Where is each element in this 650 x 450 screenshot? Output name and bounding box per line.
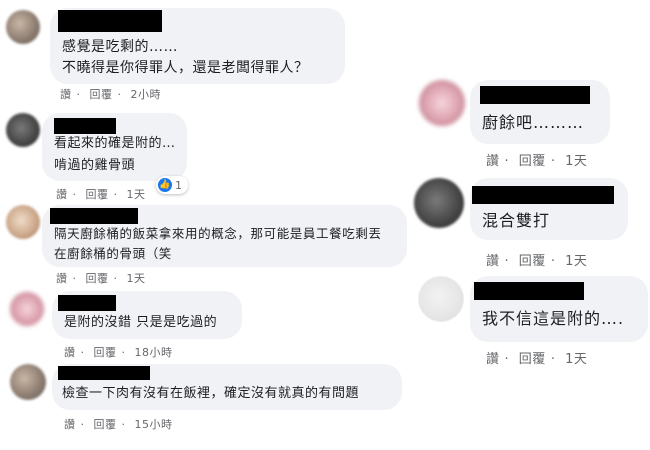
commenter-avatar[interactable]	[6, 205, 40, 239]
separator: ·	[117, 88, 122, 101]
redacted-commenter-name[interactable]	[58, 10, 162, 32]
comment-text-line: 混合雙打	[482, 211, 551, 230]
comment-text-line: 廚餘吧………	[482, 113, 585, 132]
reply-link[interactable]: 回覆	[86, 188, 109, 201]
separator: ·	[121, 346, 126, 359]
timestamp-link[interactable]: 1天	[565, 154, 587, 169]
comment-actions: 讚 · 回覆 · 18小時	[64, 344, 178, 360]
timestamp-link[interactable]: 1天	[565, 254, 587, 269]
thumbs-up-icon: 👍	[158, 178, 172, 192]
comment-text-line: 感覺是吃剩的……	[62, 39, 178, 55]
timestamp-link[interactable]: 15小時	[135, 418, 173, 431]
commenter-avatar[interactable]	[6, 10, 40, 44]
reply-link[interactable]: 回覆	[519, 254, 546, 269]
separator: ·	[550, 352, 556, 367]
redacted-commenter-name[interactable]	[58, 366, 150, 380]
separator: ·	[504, 352, 510, 367]
separator: ·	[504, 254, 510, 269]
separator: ·	[113, 272, 118, 285]
commenter-avatar[interactable]	[6, 113, 40, 147]
reply-link[interactable]: 回覆	[90, 88, 113, 101]
commenter-avatar[interactable]	[418, 276, 464, 322]
comment-text-line: 不曉得是你得罪人，還是老闆得罪人？	[62, 60, 309, 76]
separator: ·	[80, 346, 85, 359]
redacted-commenter-name[interactable]	[54, 118, 116, 134]
comment-text-line: 檢查一下肉有沒有在飯裡，確定沒有就真的有問題	[62, 386, 360, 401]
commenter-avatar[interactable]	[10, 364, 46, 400]
reaction-badge[interactable]: 👍 1	[156, 176, 188, 194]
comment-actions: 讚 · 回覆 · 1天	[486, 348, 592, 367]
comment-text-line: 在廚餘桶的骨頭（笑	[54, 246, 172, 261]
redacted-commenter-name[interactable]	[480, 86, 590, 104]
commenter-avatar[interactable]	[419, 80, 465, 126]
separator: ·	[80, 418, 85, 431]
like-link[interactable]: 讚	[486, 352, 500, 367]
reaction-count: 1	[175, 178, 182, 192]
comment-text-line: 是附的沒錯 只是是吃過的	[64, 315, 218, 330]
reply-link[interactable]: 回覆	[519, 154, 546, 169]
comment-actions: 讚 · 回覆 · 2小時	[60, 86, 166, 102]
comment-actions: 讚 · 回覆 · 1天	[486, 150, 592, 169]
reply-link[interactable]: 回覆	[94, 346, 117, 359]
timestamp-link[interactable]: 1天	[127, 188, 146, 201]
like-link[interactable]: 讚	[64, 418, 76, 431]
comment-text-line: 看起來的確是附的…	[54, 136, 176, 151]
separator: ·	[72, 188, 77, 201]
comment-text-line: 隔天廚餘桶的飯菜拿來用的概念，那可能是員工餐吃剩丟	[54, 226, 382, 241]
separator: ·	[113, 188, 118, 201]
redacted-commenter-name[interactable]	[474, 282, 584, 300]
comment-actions: 讚 · 回覆 · 15小時	[64, 416, 178, 432]
separator: ·	[550, 154, 556, 169]
timestamp-link[interactable]: 1天	[565, 352, 587, 367]
separator: ·	[121, 418, 126, 431]
like-link[interactable]: 讚	[486, 254, 500, 269]
like-link[interactable]: 讚	[56, 272, 68, 285]
separator: ·	[72, 272, 77, 285]
redacted-commenter-name[interactable]	[58, 295, 116, 311]
comment-actions: 讚 · 回覆 · 1天	[486, 250, 592, 269]
like-link[interactable]: 讚	[64, 346, 76, 359]
separator: ·	[76, 88, 81, 101]
timestamp-link[interactable]: 2小時	[131, 88, 162, 101]
timestamp-link[interactable]: 18小時	[135, 346, 173, 359]
like-link[interactable]: 讚	[60, 88, 72, 101]
separator: ·	[504, 154, 510, 169]
comment-actions: 讚 · 回覆 · 1天	[56, 186, 151, 202]
commenter-avatar[interactable]	[414, 178, 464, 228]
reply-link[interactable]: 回覆	[519, 352, 546, 367]
redacted-commenter-name[interactable]	[472, 186, 614, 204]
like-link[interactable]: 讚	[56, 188, 68, 201]
comment-text-line: 我不信這是附的….	[482, 309, 625, 328]
separator: ·	[550, 254, 556, 269]
commenter-avatar[interactable]	[10, 292, 44, 326]
reply-link[interactable]: 回覆	[86, 272, 109, 285]
comment-actions: 讚 · 回覆 · 1天	[56, 270, 151, 286]
comment-text-line: 啃過的雞骨頭	[54, 158, 136, 173]
timestamp-link[interactable]: 1天	[127, 272, 146, 285]
like-link[interactable]: 讚	[486, 154, 500, 169]
redacted-commenter-name[interactable]	[50, 208, 138, 224]
reply-link[interactable]: 回覆	[94, 418, 117, 431]
